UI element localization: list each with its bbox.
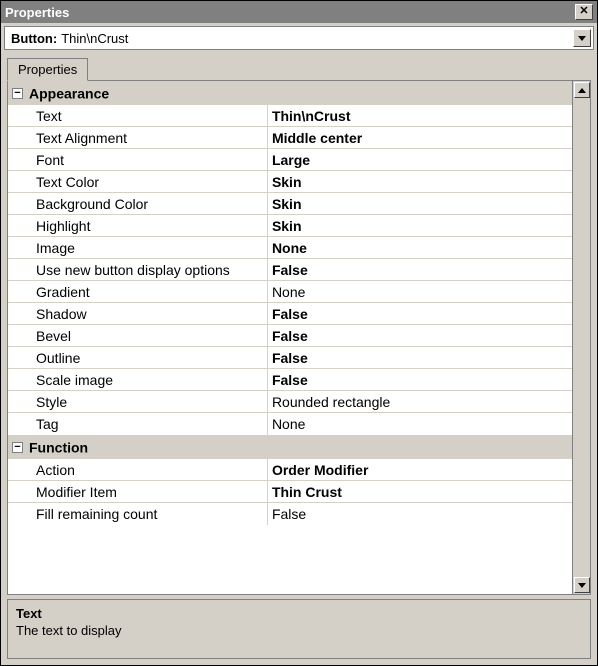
property-name: Image bbox=[8, 237, 267, 259]
property-row[interactable]: GradientNone bbox=[8, 281, 572, 303]
property-row[interactable]: FontLarge bbox=[8, 149, 572, 171]
category-expander[interactable]: − bbox=[12, 88, 23, 99]
vertical-scrollbar[interactable] bbox=[572, 81, 590, 594]
property-row[interactable]: Text ColorSkin bbox=[8, 171, 572, 193]
property-row[interactable]: Text AlignmentMiddle center bbox=[8, 127, 572, 149]
close-icon: ✕ bbox=[579, 5, 588, 17]
property-row[interactable]: StyleRounded rectangle bbox=[8, 391, 572, 413]
property-value[interactable]: False bbox=[267, 325, 572, 347]
property-name: Highlight bbox=[8, 215, 267, 237]
property-value[interactable]: False bbox=[267, 259, 572, 281]
property-value[interactable]: Large bbox=[267, 149, 572, 171]
property-row[interactable]: Use new button display optionsFalse bbox=[8, 259, 572, 281]
property-row[interactable]: Background ColorSkin bbox=[8, 193, 572, 215]
property-grid: −AppearanceTextThin\nCrustText Alignment… bbox=[7, 81, 591, 595]
property-name: Text Color bbox=[8, 171, 267, 193]
property-name: Background Color bbox=[8, 193, 267, 215]
property-value[interactable]: Thin\nCrust bbox=[267, 105, 572, 127]
scroll-down-button[interactable] bbox=[574, 577, 590, 593]
object-selector[interactable]: Button: Thin\nCrust bbox=[4, 26, 594, 50]
property-value[interactable]: Skin bbox=[267, 215, 572, 237]
property-name: Style bbox=[8, 391, 267, 413]
property-value[interactable]: Middle center bbox=[267, 127, 572, 149]
property-name: Text bbox=[8, 105, 267, 127]
close-button[interactable]: ✕ bbox=[575, 4, 593, 20]
property-row[interactable]: ActionOrder Modifier bbox=[8, 459, 572, 481]
property-name: Text Alignment bbox=[8, 127, 267, 149]
property-row[interactable]: Modifier ItemThin Crust bbox=[8, 481, 572, 503]
property-value[interactable]: Rounded rectangle bbox=[267, 391, 572, 413]
property-name: Modifier Item bbox=[8, 481, 267, 503]
property-value[interactable]: None bbox=[267, 237, 572, 259]
category-row: −Function bbox=[8, 435, 572, 459]
category-row: −Appearance bbox=[8, 81, 572, 105]
property-name: Outline bbox=[8, 347, 267, 369]
property-name: Use new button display options bbox=[8, 259, 267, 281]
scroll-up-button[interactable] bbox=[574, 82, 590, 98]
property-name: Fill remaining count bbox=[8, 503, 267, 525]
description-body: The text to display bbox=[16, 623, 582, 638]
property-value[interactable]: False bbox=[267, 503, 572, 525]
description-title: Text bbox=[16, 606, 582, 621]
property-row[interactable]: HighlightSkin bbox=[8, 215, 572, 237]
property-row[interactable]: Fill remaining countFalse bbox=[8, 503, 572, 525]
property-row[interactable]: OutlineFalse bbox=[8, 347, 572, 369]
grid-scroll: −AppearanceTextThin\nCrustText Alignment… bbox=[8, 81, 572, 594]
property-row[interactable]: TextThin\nCrust bbox=[8, 105, 572, 127]
property-name: Tag bbox=[8, 413, 267, 435]
property-row[interactable]: Scale imageFalse bbox=[8, 369, 572, 391]
titlebar: Properties ✕ bbox=[1, 1, 597, 23]
property-name: Bevel bbox=[8, 325, 267, 347]
property-row[interactable]: BevelFalse bbox=[8, 325, 572, 347]
selector-label: Button: bbox=[11, 31, 57, 46]
property-name: Shadow bbox=[8, 303, 267, 325]
selector-value: Thin\nCrust bbox=[61, 31, 573, 46]
chevron-up-icon bbox=[578, 88, 586, 93]
property-value[interactable]: False bbox=[267, 347, 572, 369]
property-row[interactable]: ShadowFalse bbox=[8, 303, 572, 325]
tabstrip: Properties bbox=[7, 57, 591, 81]
property-row[interactable]: TagNone bbox=[8, 413, 572, 435]
property-row[interactable]: ImageNone bbox=[8, 237, 572, 259]
chevron-down-icon bbox=[578, 36, 586, 41]
property-value[interactable]: Thin Crust bbox=[267, 481, 572, 503]
property-value[interactable]: Skin bbox=[267, 171, 572, 193]
chevron-down-icon bbox=[578, 583, 586, 588]
property-value[interactable]: False bbox=[267, 303, 572, 325]
property-value[interactable]: False bbox=[267, 369, 572, 391]
window-title: Properties bbox=[5, 5, 575, 20]
property-value[interactable]: Skin bbox=[267, 193, 572, 215]
property-name: Action bbox=[8, 459, 267, 481]
category-expander[interactable]: − bbox=[12, 442, 23, 453]
property-name: Scale image bbox=[8, 369, 267, 391]
properties-panel: Properties ✕ Button: Thin\nCrust Propert… bbox=[0, 0, 598, 666]
property-name: Gradient bbox=[8, 281, 267, 303]
property-name: Font bbox=[8, 149, 267, 171]
property-value[interactable]: None bbox=[267, 413, 572, 435]
tab-properties[interactable]: Properties bbox=[7, 58, 88, 81]
category-label: Appearance bbox=[29, 85, 109, 101]
property-value[interactable]: None bbox=[267, 281, 572, 303]
description-box: Text The text to display bbox=[7, 599, 591, 659]
property-value[interactable]: Order Modifier bbox=[267, 459, 572, 481]
category-label: Function bbox=[29, 439, 88, 455]
selector-dropdown-button[interactable] bbox=[573, 29, 591, 47]
